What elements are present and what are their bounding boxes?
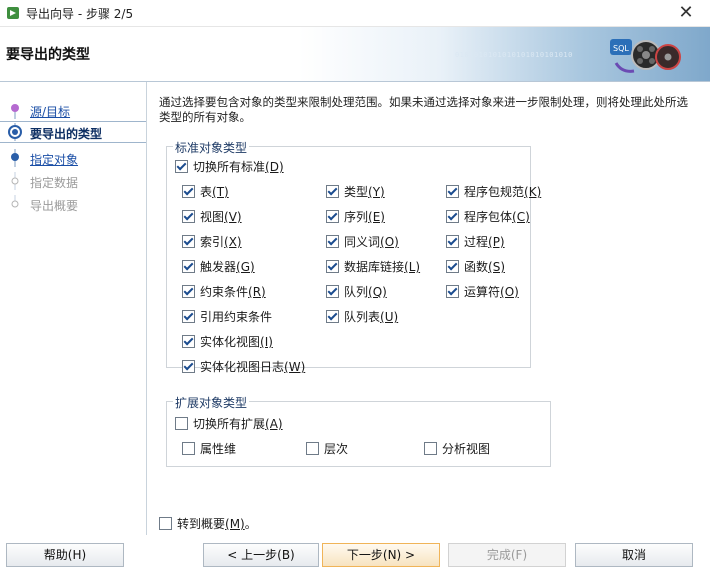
queue-table-checkbox[interactable]: 队列表(U) (326, 308, 398, 326)
page-title: 要导出的类型 (6, 47, 90, 63)
step-label: 导出概要 (30, 199, 79, 213)
wizard-footer: 帮助(H) < 上一步(B) 下一步(N) > 完成(F) 取消 (0, 535, 710, 573)
step-pending-icon (11, 149, 19, 167)
toggle-all-standard-checkbox[interactable]: 切换所有标准(D) (175, 158, 284, 176)
back-button[interactable]: < 上一步(B) (203, 543, 319, 567)
checkbox-checked[interactable] (446, 185, 459, 198)
package-body-checkbox[interactable]: 程序包体(C) (446, 208, 530, 226)
window-titlebar: 导出向导 - 步骤 2/5 ✕ (0, 0, 710, 27)
group-legend: 标准对象类型 (173, 139, 250, 156)
checkbox-unchecked[interactable] (424, 442, 437, 455)
checkbox-checked[interactable] (326, 285, 339, 298)
svg-text:SQL: SQL (613, 44, 629, 53)
checkbox-checked[interactable] (182, 235, 195, 248)
step-current-icon (8, 123, 22, 141)
step-export-summary: 导出概要 (0, 194, 146, 214)
checkbox-checked[interactable] (326, 310, 339, 323)
help-button[interactable]: 帮助(H) (6, 543, 124, 567)
checkbox-unchecked[interactable] (306, 442, 319, 455)
type-checkbox[interactable]: 类型(Y) (326, 183, 385, 201)
ref-constraint-checkbox[interactable]: 引用约束条件 (182, 308, 272, 326)
checkbox-checked[interactable] (446, 210, 459, 223)
checkbox-checked[interactable] (182, 335, 195, 348)
trigger-checkbox[interactable]: 触发器(G) (182, 258, 255, 276)
sql-database-reels-icon: SQL (610, 39, 681, 73)
operator-checkbox[interactable]: 运算符(O) (446, 283, 519, 301)
step-done-icon (11, 104, 19, 119)
table-checkbox[interactable]: 表(T) (182, 183, 229, 201)
checkbox-checked[interactable] (446, 260, 459, 273)
step-disabled-icon (11, 172, 19, 190)
next-button[interactable]: 下一步(N) > (322, 543, 440, 567)
checkbox-checked[interactable] (326, 210, 339, 223)
step-source-target[interactable]: 源/目标 (0, 100, 146, 120)
checkbox-checked[interactable] (182, 185, 195, 198)
checkbox-checked[interactable] (326, 260, 339, 273)
checkbox-unchecked[interactable] (175, 417, 188, 430)
standard-object-types-group: 标准对象类型 切换所有标准(D) 表(T) 视图(V) 索引(X) 触发器(G)… (166, 139, 541, 374)
step-label: 源/目标 (30, 105, 71, 119)
step-specify-data: 指定数据 (0, 171, 146, 191)
package-spec-checkbox[interactable]: 程序包规范(K) (446, 183, 541, 201)
view-checkbox[interactable]: 视图(V) (182, 208, 242, 226)
constraint-checkbox[interactable]: 约束条件(R) (182, 283, 266, 301)
checkbox-checked[interactable] (326, 235, 339, 248)
checkbox-unchecked[interactable] (159, 517, 172, 530)
finish-button: 完成(F) (448, 543, 566, 567)
queue-checkbox[interactable]: 队列(Q) (326, 283, 387, 301)
function-checkbox[interactable]: 函数(S) (446, 258, 505, 276)
extended-object-types-group: 扩展对象类型 切换所有扩展(A) 属性维 层次 分析视图 (166, 394, 551, 467)
checkbox-checked[interactable] (326, 185, 339, 198)
checkbox-checked[interactable] (182, 285, 195, 298)
step-label: 要导出的类型 (30, 127, 103, 141)
materialized-view-checkbox[interactable]: 实体化视图(I) (182, 333, 273, 351)
sequence-checkbox[interactable]: 序列(E) (326, 208, 385, 226)
step-types-to-export[interactable]: 要导出的类型 (0, 121, 146, 143)
materialized-view-log-checkbox[interactable]: 实体化视图日志(W) (182, 358, 305, 376)
step-label: 指定数据 (30, 176, 79, 190)
wizard-steps-sidebar: 源/目标 要导出的类型 指定对象 指定数据 导出概要 (0, 82, 147, 535)
analytic-view-checkbox[interactable]: 分析视图 (424, 440, 490, 458)
checkbox-checked[interactable] (182, 260, 195, 273)
header-binary-decoration: 0101010101010101010101010 (455, 51, 573, 59)
synonym-checkbox[interactable]: 同义词(O) (326, 233, 399, 251)
wizard-content: 通过选择要包含对象的类型来限制处理范围。如果未通过选择对象来进一步限制处理，则将… (147, 82, 710, 535)
group-legend: 扩展对象类型 (173, 394, 250, 411)
hierarchy-checkbox[interactable]: 层次 (306, 440, 348, 458)
step-disabled-icon (11, 195, 19, 208)
wizard-header: 要导出的类型 0101010101010101010101010 SQL (0, 27, 710, 82)
checkbox-checked[interactable] (175, 160, 188, 173)
step-label: 指定对象 (30, 153, 79, 167)
checkbox-checked[interactable] (446, 235, 459, 248)
close-icon[interactable]: ✕ (672, 2, 700, 24)
export-wizard-icon (7, 7, 19, 19)
procedure-checkbox[interactable]: 过程(P) (446, 233, 505, 251)
attribute-dimension-checkbox[interactable]: 属性维 (182, 440, 236, 458)
checkbox-unchecked[interactable] (182, 442, 195, 455)
cancel-button[interactable]: 取消 (575, 543, 693, 567)
database-link-checkbox[interactable]: 数据库链接(L) (326, 258, 420, 276)
checkbox-checked[interactable] (182, 210, 195, 223)
step-specify-objects[interactable]: 指定对象 (0, 148, 146, 168)
checkbox-checked[interactable] (446, 285, 459, 298)
window-title: 导出向导 - 步骤 2/5 (26, 7, 134, 21)
index-checkbox[interactable]: 索引(X) (182, 233, 242, 251)
instruction-text: 通过选择要包含对象的类型来限制处理范围。如果未通过选择对象来进一步限制处理，则将… (159, 95, 688, 124)
goto-summary-checkbox[interactable]: 转到概要(M)。 (159, 515, 257, 533)
checkbox-checked[interactable] (182, 360, 195, 373)
toggle-all-extended-checkbox[interactable]: 切换所有扩展(A) (175, 415, 283, 433)
checkbox-checked[interactable] (182, 310, 195, 323)
